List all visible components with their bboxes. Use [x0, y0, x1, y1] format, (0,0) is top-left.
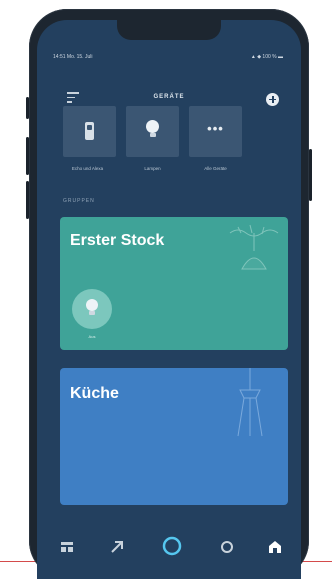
volume-down-button — [26, 181, 29, 219]
devices-icon[interactable] — [268, 540, 282, 554]
gear-icon[interactable] — [220, 540, 234, 554]
tile-label-all-devices: Alle Geräte — [204, 166, 227, 171]
group-card-erster-stock[interactable]: Erster Stock Aus — [60, 217, 288, 350]
groups-section-label: GRUPPEN — [63, 198, 95, 204]
status-bar: 14:51 Mo. 15. Juli ▲ ◆ 100 % ▬ — [37, 54, 301, 64]
bulb-icon — [146, 120, 159, 133]
plant-lamp-illustration — [229, 224, 279, 270]
tile-echo-alexa[interactable] — [63, 106, 116, 157]
light-toggle[interactable] — [72, 289, 112, 329]
tile-label-lamps: Lampen — [144, 166, 161, 171]
group-title: Erster Stock — [70, 232, 165, 249]
tile-lamps[interactable] — [126, 106, 179, 157]
phone-notch — [117, 20, 221, 40]
alexa-icon[interactable] — [162, 536, 182, 556]
power-button — [309, 149, 312, 201]
bottom-navigation — [50, 536, 290, 558]
activity-icon[interactable] — [110, 540, 124, 554]
tile-all-devices[interactable]: ••• — [189, 106, 242, 157]
more-icon: ••• — [207, 121, 224, 136]
mute-switch — [26, 97, 29, 119]
page-title: GERÄTE — [153, 94, 185, 100]
group-card-kueche[interactable]: Küche — [60, 368, 288, 505]
status-indicators: ▲ ◆ 100 % ▬ — [250, 54, 283, 60]
bulb-base — [89, 311, 95, 315]
add-device-button[interactable] — [266, 93, 279, 106]
bulb-base — [149, 133, 156, 137]
group-title: Küche — [70, 385, 119, 402]
switch-icon — [85, 122, 94, 140]
status-time: 14:51 Mo. 15. Juli — [53, 54, 93, 60]
tile-label-echo-alexa: Echo und Alexa — [71, 166, 104, 171]
bulb-icon — [86, 299, 98, 311]
ceiling-lamp-illustration — [237, 368, 263, 437]
home-icon[interactable] — [60, 540, 74, 554]
light-state-label: Aus — [88, 334, 96, 339]
volume-up-button — [26, 137, 29, 175]
